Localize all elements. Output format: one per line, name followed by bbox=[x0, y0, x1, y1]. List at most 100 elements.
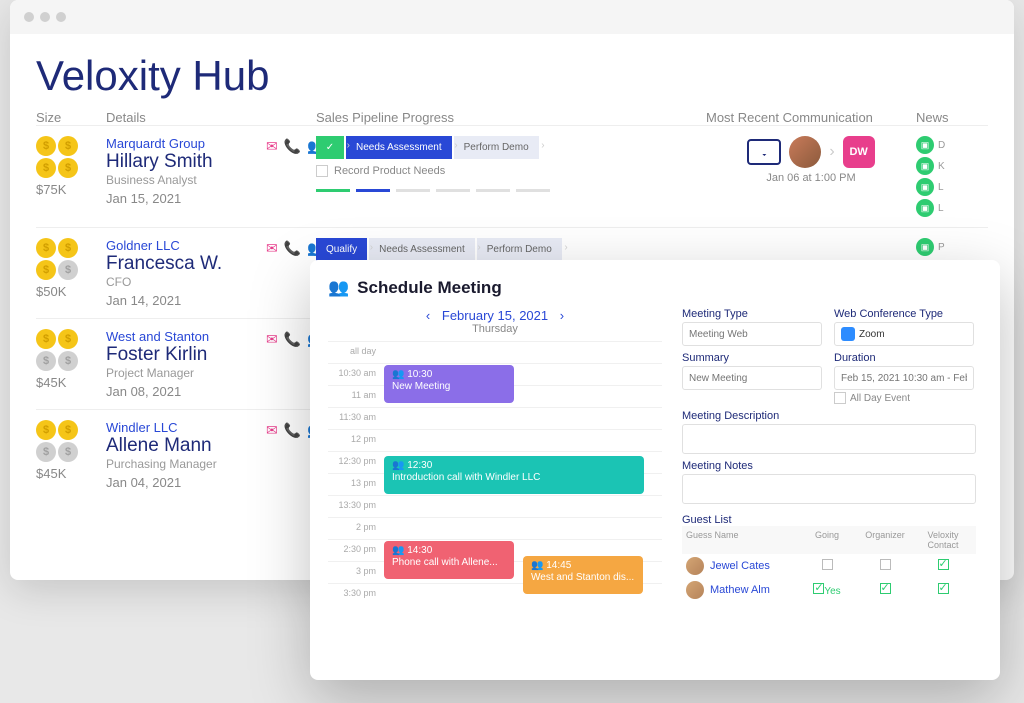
news-cell: ▣D ▣K ▣L ▣L bbox=[916, 136, 976, 217]
organizer-checkbox[interactable] bbox=[856, 583, 914, 597]
calendar-event[interactable]: 👥 14:45West and Stanton dis... bbox=[523, 556, 643, 594]
news-item[interactable]: ▣P bbox=[916, 238, 976, 256]
email-icon[interactable]: ✉ bbox=[266, 240, 278, 257]
going-checkbox[interactable] bbox=[798, 559, 856, 573]
details-cell: West and Stanton Foster Kirlin Project M… bbox=[106, 329, 266, 399]
zoom-icon bbox=[841, 327, 855, 341]
phone-icon[interactable]: 📞 bbox=[284, 138, 301, 155]
app-title: Veloxity Hub bbox=[10, 34, 1014, 110]
meeting-form: Meeting Type Web Conference Type Zoom Su… bbox=[682, 308, 982, 605]
prev-day-button[interactable]: ‹ bbox=[418, 308, 438, 323]
phone-icon[interactable]: 📞 bbox=[284, 331, 301, 348]
header-news: News bbox=[916, 110, 976, 125]
vc-checkbox[interactable] bbox=[914, 583, 972, 597]
email-icon[interactable]: ✉ bbox=[266, 422, 278, 439]
description-input[interactable] bbox=[682, 424, 976, 454]
size-cell: $$$$$75K bbox=[36, 136, 106, 217]
next-day-button[interactable]: › bbox=[552, 308, 572, 323]
notes-input[interactable] bbox=[682, 474, 976, 504]
summary-input[interactable] bbox=[682, 366, 822, 390]
time-label: 2 pm bbox=[328, 518, 382, 539]
time-label: 12 pm bbox=[328, 430, 382, 451]
coin-icon: $ bbox=[36, 351, 56, 371]
guest-name[interactable]: Jewel Cates bbox=[710, 560, 798, 572]
guest-row[interactable]: Jewel Cates bbox=[682, 554, 976, 578]
contact-name[interactable]: Foster Kirlin bbox=[106, 344, 266, 366]
row-date: Jan 08, 2021 bbox=[106, 384, 266, 399]
time-label: 2:30 pm bbox=[328, 540, 382, 561]
amount: $45K bbox=[36, 375, 106, 390]
meeting-type-input[interactable] bbox=[682, 322, 822, 346]
duration-input[interactable] bbox=[834, 366, 974, 390]
row-actions: ✉ 📞 👥 bbox=[266, 420, 316, 490]
guest-name[interactable]: Mathew Alm bbox=[710, 584, 798, 596]
comm-cell: › DW Jan 06 at 1:00 PM bbox=[706, 136, 916, 217]
coin-icon: $ bbox=[36, 136, 56, 156]
amount: $75K bbox=[36, 182, 106, 197]
size-cell: $$$$$50K bbox=[36, 238, 106, 308]
calendar-date: February 15, 2021 bbox=[442, 308, 548, 323]
details-cell: Windler LLC Allene Mann Purchasing Manag… bbox=[106, 420, 266, 490]
avatar bbox=[686, 581, 704, 599]
conf-type-select[interactable]: Zoom bbox=[834, 322, 974, 346]
calendar-event[interactable]: 👥 12:30Introduction call with Windler LL… bbox=[384, 456, 644, 494]
calendar-panel: ‹ February 15, 2021 › Thursday all day10… bbox=[328, 308, 662, 605]
contact-name[interactable]: Francesca W. bbox=[106, 253, 266, 275]
calendar-event[interactable]: 👥 10:30New Meeting bbox=[384, 365, 514, 403]
time-label: 3 pm bbox=[328, 562, 382, 583]
phone-icon[interactable]: 📞 bbox=[284, 240, 301, 257]
details-cell: Marquardt Group Hillary Smith Business A… bbox=[106, 136, 266, 217]
avatar[interactable] bbox=[789, 136, 821, 168]
news-item[interactable]: ▣L bbox=[916, 178, 976, 196]
schedule-meeting-modal: 👥 Schedule Meeting ‹ February 15, 2021 ›… bbox=[310, 260, 1000, 680]
email-icon[interactable]: ✉ bbox=[266, 331, 278, 348]
news-item[interactable]: ▣L bbox=[916, 199, 976, 217]
coin-icon: $ bbox=[36, 238, 56, 258]
people-icon: 👥 bbox=[328, 278, 349, 298]
label-notes: Meeting Notes bbox=[682, 460, 976, 472]
going-checkbox[interactable]: Yes bbox=[798, 583, 856, 597]
contact-name[interactable]: Allene Mann bbox=[106, 435, 266, 457]
guest-row[interactable]: Mathew Alm Yes bbox=[682, 578, 976, 602]
calendar-grid[interactable]: all day10:30 am11 am11:30 am12 pm12:30 p… bbox=[328, 341, 662, 605]
envelope-icon[interactable] bbox=[747, 139, 781, 165]
contact-role: Project Manager bbox=[106, 366, 266, 380]
window-controls bbox=[10, 0, 1014, 34]
news-dot-icon: ▣ bbox=[916, 136, 934, 154]
table-row[interactable]: $$$$$75K Marquardt Group Hillary Smith B… bbox=[36, 125, 988, 227]
calendar-event[interactable]: 👥 14:30Phone call with Allene... bbox=[384, 541, 514, 579]
row-actions: ✉ 📞 👥 bbox=[266, 238, 316, 308]
contact-name[interactable]: Hillary Smith bbox=[106, 151, 266, 173]
size-cell: $$$$$45K bbox=[36, 329, 106, 399]
header-size: Size bbox=[36, 110, 106, 125]
coin-icon: $ bbox=[58, 420, 78, 440]
email-icon[interactable]: ✉ bbox=[266, 138, 278, 155]
phone-icon[interactable]: 📞 bbox=[284, 422, 301, 439]
pipeline-stage[interactable]: Needs Assessment bbox=[346, 136, 452, 159]
company-name[interactable]: West and Stanton bbox=[106, 329, 266, 344]
coin-icon: $ bbox=[58, 158, 78, 178]
contact-role: Purchasing Manager bbox=[106, 457, 266, 471]
pipeline-stage[interactable]: Perform Demo bbox=[454, 136, 539, 159]
allday-checkbox[interactable]: All Day Event bbox=[834, 392, 974, 404]
news-item[interactable]: ▣D bbox=[916, 136, 976, 154]
calendar-day: Thursday bbox=[328, 323, 662, 335]
organizer-checkbox[interactable] bbox=[856, 559, 914, 573]
pipeline-stage[interactable]: Needs Assessment bbox=[369, 238, 475, 261]
subtask-checkbox[interactable]: Record Product Needs bbox=[316, 165, 706, 177]
header-details: Details bbox=[106, 110, 316, 125]
news-dot-icon: ▣ bbox=[916, 199, 934, 217]
company-name[interactable]: Marquardt Group bbox=[106, 136, 266, 151]
company-name[interactable]: Windler LLC bbox=[106, 420, 266, 435]
pipeline-stage[interactable]: Perform Demo bbox=[477, 238, 562, 261]
news-item[interactable]: ▣K bbox=[916, 157, 976, 175]
time-label: 13:30 pm bbox=[328, 496, 382, 517]
time-label: 11:30 am bbox=[328, 408, 382, 429]
company-name[interactable]: Goldner LLC bbox=[106, 238, 266, 253]
coin-icon: $ bbox=[36, 260, 56, 280]
user-badge[interactable]: DW bbox=[843, 136, 875, 168]
pipeline-stage[interactable]: ✓ bbox=[316, 136, 344, 159]
vc-checkbox[interactable] bbox=[914, 559, 972, 573]
pipeline-stage[interactable]: Qualify bbox=[316, 238, 367, 261]
label-description: Meeting Description bbox=[682, 410, 976, 422]
